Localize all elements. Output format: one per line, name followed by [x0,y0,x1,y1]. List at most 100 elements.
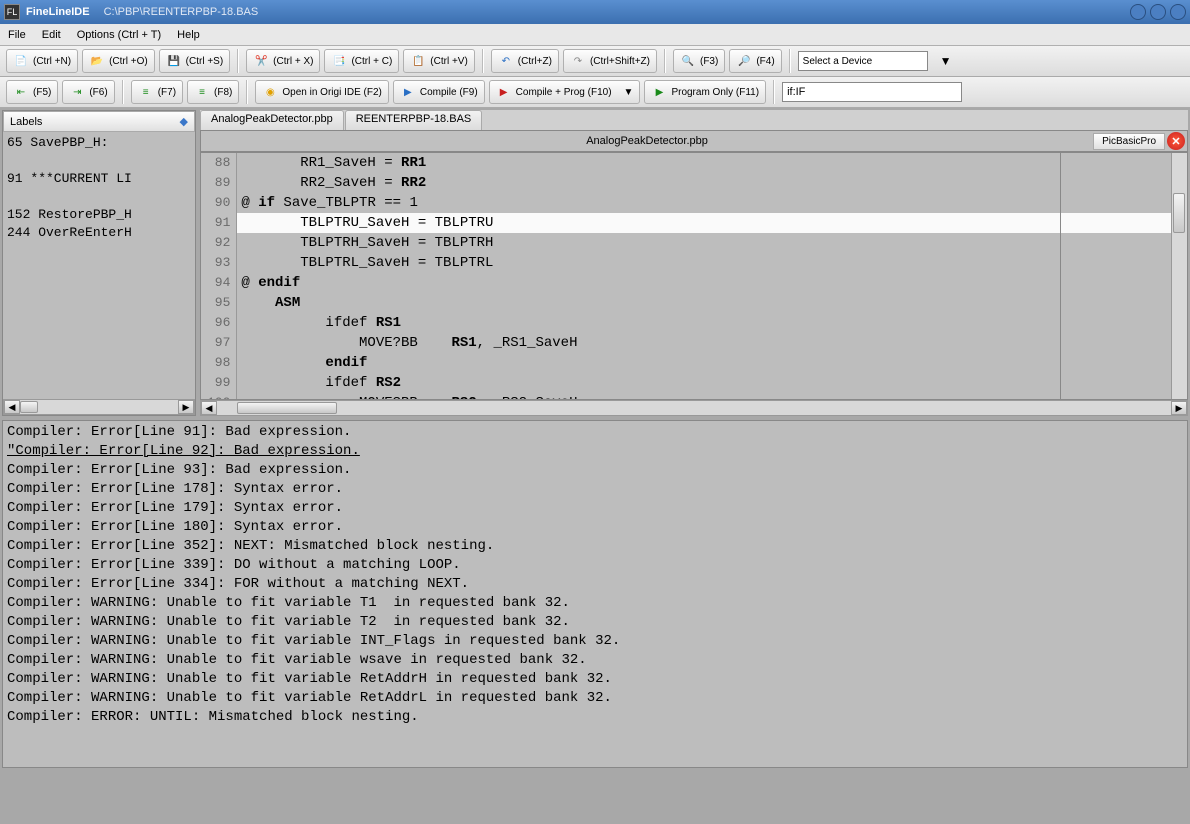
scroll-left-icon[interactable]: ◀ [4,400,20,414]
undo-icon: ↶ [498,53,514,69]
code-line[interactable]: ifdef RS1 [237,313,1171,333]
tab-1[interactable]: REENTERPBP-18.BAS [345,110,483,130]
code-line[interactable]: TBLPTRH_SaveH = TBLPTRH [237,233,1171,253]
code-line[interactable]: TBLPTRL_SaveH = TBLPTRL [237,253,1171,273]
label-item[interactable] [7,188,191,206]
file-name: AnalogPeakDetector.pbp [201,135,1093,147]
output-line[interactable]: Compiler: Error[Line 91]: Bad expression… [7,423,1183,442]
editor-vscroll[interactable] [1171,153,1187,399]
output-line[interactable]: Compiler: WARNING: Unable to fit variabl… [7,613,1183,632]
label-item[interactable]: 152 RestorePBP_H [7,206,191,224]
code-body[interactable]: RR1_SaveH = RR1 RR2_SaveH = RR2@ if Save… [237,153,1171,399]
output-line[interactable]: Compiler: ERROR: UNTIL: Mismatched block… [7,708,1183,727]
menu-options[interactable]: Options (Ctrl + T) [77,29,161,41]
editor-panel: AnalogPeakDetector.pbp REENTERPBP-18.BAS… [200,110,1188,416]
cut-button[interactable]: ✂️(Ctrl + X) [246,49,320,73]
device-select[interactable]: Select a Device [798,51,928,71]
search-next-icon: 🔎 [736,53,752,69]
output-line[interactable]: Compiler: Error[Line 93]: Bad expression… [7,461,1183,480]
editor-hscroll[interactable]: ◀▶ [200,400,1188,416]
close-window-button[interactable] [1170,4,1186,20]
program-only-button[interactable]: ▶Program Only (F11) [644,80,766,104]
editor-tabs: AnalogPeakDetector.pbp REENTERPBP-18.BAS [200,110,1188,130]
tab-0[interactable]: AnalogPeakDetector.pbp [200,110,344,130]
code-line[interactable]: ifdef RS2 [237,373,1171,393]
uncomment-button[interactable]: ≡(F8) [187,80,239,104]
label-item[interactable]: 91 ***CURRENT LI [7,170,191,188]
redo-icon: ↷ [570,53,586,69]
compiler-output[interactable]: Compiler: Error[Line 91]: Bad expression… [2,420,1188,768]
language-badge[interactable]: PicBasicPro [1093,133,1165,150]
output-line[interactable]: Compiler: Error[Line 339]: DO without a … [7,556,1183,575]
label-item[interactable] [7,152,191,170]
code-line[interactable]: @ if Save_TBLPTR == 1 [237,193,1171,213]
label-item[interactable]: 244 OverReEnterH [7,224,191,242]
code-line[interactable]: MOVE?BB RS1, _RS1_SaveH [237,333,1171,353]
output-line[interactable]: Compiler: WARNING: Unable to fit variabl… [7,594,1183,613]
output-line[interactable]: Compiler: Error[Line 352]: NEXT: Mismatc… [7,537,1183,556]
compile-button[interactable]: ▶Compile (F9) [393,80,485,104]
dropdown-icon[interactable]: ▼ [624,87,634,98]
search-icon: 🔍 [680,53,696,69]
scroll-right-icon[interactable]: ▶ [1171,401,1187,415]
undo-button[interactable]: ↶(Ctrl+Z) [491,49,559,73]
scroll-left-icon[interactable]: ◀ [201,401,217,415]
output-line[interactable]: Compiler: Error[Line 180]: Syntax error. [7,518,1183,537]
output-line[interactable]: Compiler: WARNING: Unable to fit variabl… [7,670,1183,689]
redo-button[interactable]: ↷(Ctrl+Shift+Z) [563,49,657,73]
if-input[interactable] [782,82,962,102]
labels-panel: Labels ◆ 65 SavePBP_H: 91 ***CURRENT LI … [2,110,196,416]
scroll-thumb[interactable] [1173,193,1185,233]
app-name: FineLineIDE [26,6,90,18]
code-line[interactable]: @ endif [237,273,1171,293]
uncomment-icon: ≡ [194,84,210,100]
code-line[interactable]: RR1_SaveH = RR1 [237,153,1171,173]
menu-bar: File Edit Options (Ctrl + T) Help [0,24,1190,46]
open-folder-icon: 📂 [89,53,105,69]
maximize-button[interactable] [1150,4,1166,20]
compile-prog-button[interactable]: ▶Compile + Prog (F10)▼ [489,80,641,104]
output-line[interactable]: Compiler: Error[Line 178]: Syntax error. [7,480,1183,499]
labels-dropdown[interactable]: Labels ◆ [3,111,195,132]
separator [664,49,666,73]
menu-edit[interactable]: Edit [42,29,61,41]
indent-left-button[interactable]: ⇤(F5) [6,80,58,104]
output-line[interactable]: Compiler: WARNING: Unable to fit variabl… [7,689,1183,708]
scroll-right-icon[interactable]: ▶ [178,400,194,414]
new-button[interactable]: 📄(Ctrl +N) [6,49,78,73]
scroll-thumb[interactable] [237,402,337,414]
menu-help[interactable]: Help [177,29,200,41]
separator [237,49,239,73]
code-line[interactable]: TBLPTRU_SaveH = TBLPTRU [237,213,1171,233]
code-line[interactable]: MOVE?BB RS2, RS2 SaveH [237,393,1171,399]
output-line[interactable]: "Compiler: Error[Line 92]: Bad expressio… [7,442,1183,461]
code-editor[interactable]: 888990919293949596979899100 RR1_SaveH = … [200,152,1188,400]
save-button[interactable]: 💾(Ctrl +S) [159,49,231,73]
paste-button[interactable]: 📋(Ctrl +V) [403,49,475,73]
comment-button[interactable]: ≡(F7) [131,80,183,104]
open-orig-ide-button[interactable]: ◉Open in Origi IDE (F2) [255,80,388,104]
code-line[interactable]: endif [237,353,1171,373]
minimize-button[interactable] [1130,4,1146,20]
separator [122,80,124,104]
find-next-button[interactable]: 🔎(F4) [729,49,781,73]
labels-hscroll[interactable]: ◀▶ [3,399,195,415]
copy-button[interactable]: 📑(Ctrl + C) [324,49,399,73]
indent-right-button[interactable]: ⇥(F6) [62,80,114,104]
output-line[interactable]: Compiler: Error[Line 179]: Syntax error. [7,499,1183,518]
code-line[interactable]: RR2_SaveH = RR2 [237,173,1171,193]
find-button[interactable]: 🔍(F3) [673,49,725,73]
scroll-thumb[interactable] [20,401,38,413]
output-line[interactable]: Compiler: WARNING: Unable to fit variabl… [7,651,1183,670]
open-button[interactable]: 📂(Ctrl +O) [82,49,155,73]
dropdown-icon[interactable]: ▼ [940,54,952,68]
close-file-button[interactable]: ✕ [1167,132,1185,150]
labels-list[interactable]: 65 SavePBP_H: 91 ***CURRENT LI 152 Resto… [3,132,195,399]
play-record-icon: ▶ [496,84,512,100]
menu-file[interactable]: File [8,29,26,41]
output-line[interactable]: Compiler: Error[Line 334]: FOR without a… [7,575,1183,594]
output-line[interactable]: Compiler: WARNING: Unable to fit variabl… [7,632,1183,651]
label-item[interactable]: 65 SavePBP_H: [7,134,191,152]
main-area: Labels ◆ 65 SavePBP_H: 91 ***CURRENT LI … [0,108,1190,418]
code-line[interactable]: ASM [237,293,1171,313]
